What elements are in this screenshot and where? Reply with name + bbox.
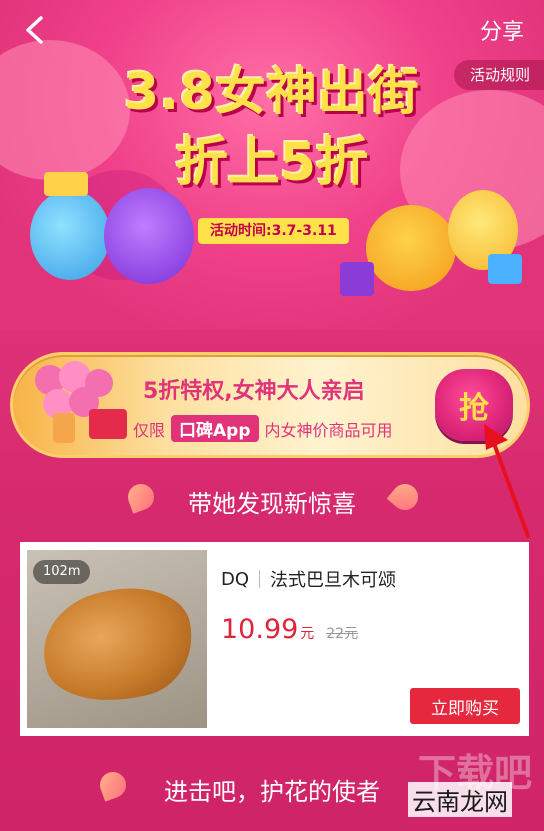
product-title-row: DQ 法式巴旦木可颂 (221, 566, 396, 592)
hero-title-line1: 3.8女神出街 (124, 63, 420, 121)
price-row: 10.99 元 22元 (221, 614, 358, 645)
back-arrow-icon (26, 16, 43, 44)
product-name: 法式巴旦木可颂 (270, 570, 397, 591)
section-title-discover: 带她发现新惊喜 (188, 490, 356, 518)
coupon-headline: 5折特权,女神大人亲启 (143, 379, 365, 404)
original-price: 22元 (326, 626, 359, 642)
purple-character-illustration (104, 188, 194, 284)
activity-time-badge: 活动时间:3.7-3.11 (198, 218, 349, 244)
red-envelope-icon (89, 409, 127, 439)
shop-name: DQ (221, 568, 250, 590)
buy-now-button[interactable]: 立即购买 (410, 688, 520, 724)
annotation-arrow-icon (484, 424, 530, 538)
blue-character-illustration (30, 190, 110, 280)
watermark: 云南龙网 (408, 782, 512, 817)
hero-title-line2: 折上5折 (175, 133, 369, 193)
coupon-prefix: 仅限 (133, 420, 166, 440)
coupon-app-tag: 口碑App (171, 415, 259, 442)
coupon-banner[interactable]: 5折特权,女神大人亲启 仅限 口碑App 内女神价商品可用 抢 (10, 352, 530, 458)
share-button[interactable]: 分享 (480, 14, 524, 46)
price-unit: 元 (300, 626, 315, 642)
croissant-illustration (33, 575, 203, 715)
current-price: 10.99 (221, 614, 299, 645)
yellow-character-illustration (366, 205, 456, 291)
distance-badge: 102m (33, 560, 91, 584)
shopping-bag-icon (488, 254, 522, 284)
product-card[interactable]: 102m DQ 法式巴旦木可颂 10.99 元 22元 立即购买 (20, 542, 529, 736)
coupon-suffix: 内女神价商品可用 (264, 420, 393, 440)
product-image[interactable]: 102m (27, 550, 207, 728)
hero-banner: 分享 活动规则 3.8女神出街 折上5折 活动时间:3.7-3.11 (0, 0, 544, 330)
title-divider (259, 570, 261, 588)
back-button[interactable] (14, 10, 54, 50)
coupon-condition: 仅限 口碑App 内女神价商品可用 (133, 415, 393, 442)
shopping-bag-icon (340, 262, 374, 296)
